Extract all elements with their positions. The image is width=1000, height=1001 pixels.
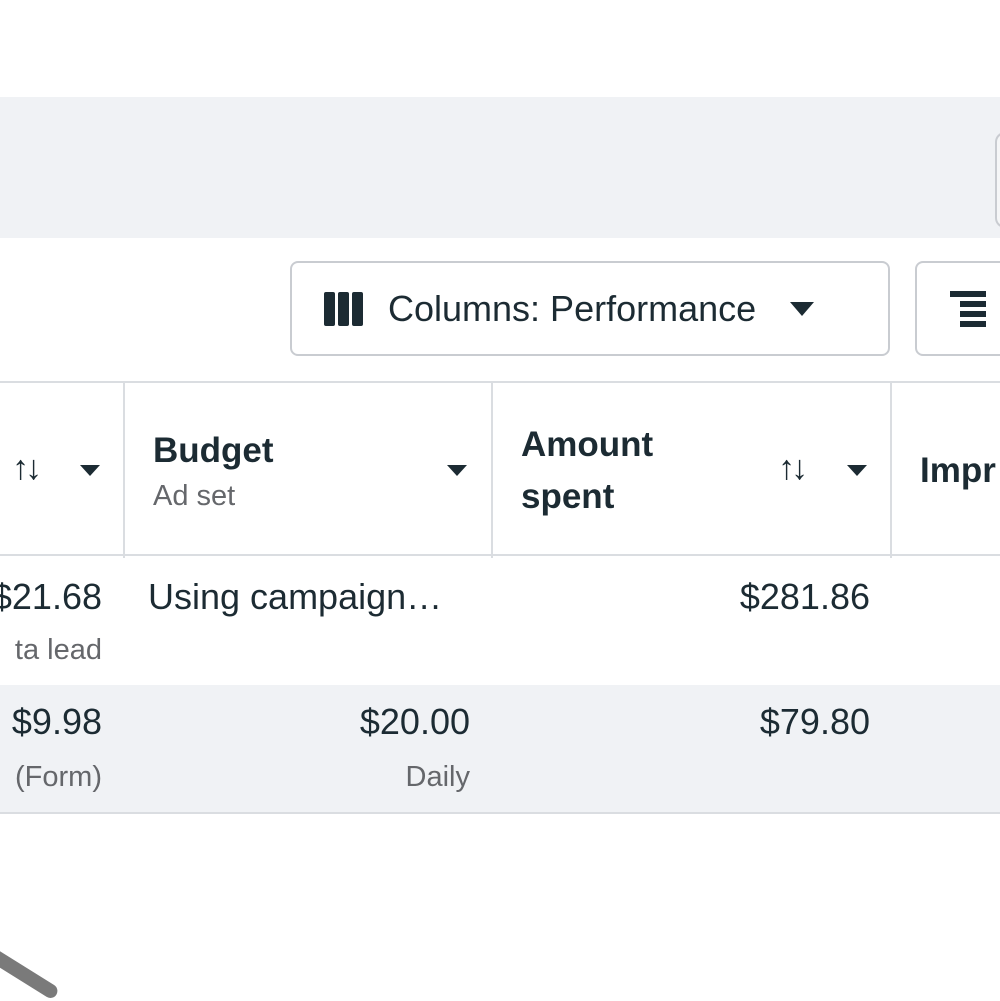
result-cost-value: $9.98 — [11, 701, 102, 742]
sort-arrows-icon[interactable]: ↑↓ — [778, 449, 808, 488]
chevron-down-icon — [790, 301, 815, 316]
impressions-header[interactable]: Impr — [920, 445, 996, 497]
amount-spent-value: $281.86 — [739, 576, 870, 617]
table-row[interactable]: $21.68 ta lead Using campaign… $281.86 — [0, 556, 1000, 683]
cursor-stroke — [0, 941, 61, 1001]
budget-header[interactable]: Budget — [153, 425, 274, 477]
result-cost-sub: ta lead — [14, 634, 102, 666]
amount-spent-value: $79.80 — [759, 701, 870, 742]
column-divider[interactable] — [890, 383, 892, 558]
breakdown-button[interactable] — [915, 261, 1000, 356]
caret-down-icon[interactable] — [847, 465, 867, 476]
budget-value: $20.00 — [359, 701, 470, 742]
amount-spent-header-line2[interactable]: spent — [521, 471, 614, 523]
sort-arrows-icon[interactable]: ↑↓ — [12, 449, 42, 488]
result-cost-sub: (Form) — [15, 761, 102, 793]
caret-down-icon[interactable] — [447, 465, 467, 476]
table-header-row: ↑↓ Budget Ad set Amount spent ↑↓ Impr — [0, 381, 1000, 558]
top-toolbar-band — [0, 97, 1000, 238]
budget-value: Using campaign… — [148, 576, 443, 617]
column-divider[interactable] — [491, 383, 493, 558]
date-picker-edge[interactable] — [995, 132, 1000, 228]
budget-header-sub: Ad set — [153, 480, 236, 512]
columns-dropdown-button[interactable]: Columns: Performance — [290, 261, 890, 356]
breakdown-icon — [950, 291, 990, 327]
column-divider[interactable] — [123, 383, 125, 558]
caret-down-icon[interactable] — [80, 465, 100, 476]
budget-sub: Daily — [405, 761, 470, 793]
columns-label: Columns: Performance — [388, 287, 757, 329]
result-cost-value: $21.68 — [0, 576, 102, 617]
amount-spent-header-line1[interactable]: Amount — [521, 419, 653, 471]
table-row[interactable]: $9.98 (Form) $20.00 Daily $79.80 — [0, 685, 1000, 814]
columns-icon — [324, 291, 364, 326]
